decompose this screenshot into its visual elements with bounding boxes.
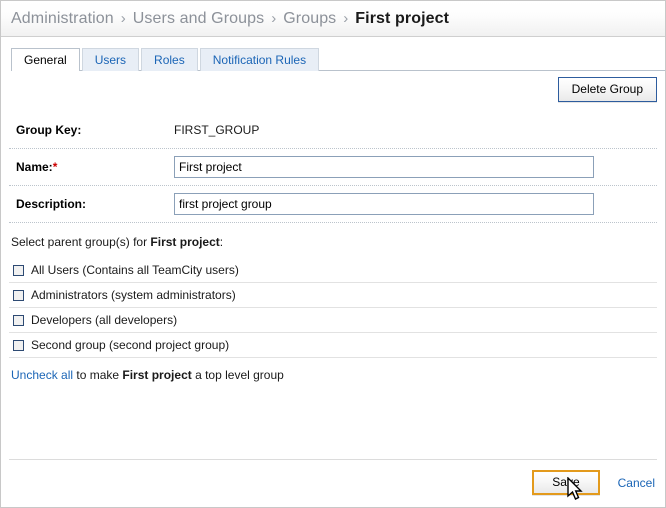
tab-notification-rules[interactable]: Notification Rules	[199, 48, 320, 71]
delete-group-row: Delete Group	[9, 69, 657, 112]
list-item-label: Second group (second project group)	[31, 338, 230, 352]
breadcrumb-separator-3: ›	[343, 10, 349, 27]
checkbox-administrators[interactable]	[13, 289, 24, 301]
list-item-label: Administrators (system administrators)	[31, 288, 236, 302]
description-label: Description:	[16, 197, 87, 211]
group-key-label: Group Key:	[16, 123, 82, 137]
name-input[interactable]	[174, 156, 594, 178]
parent-groups-list: All Users (Contains all TeamCity users) …	[9, 258, 657, 358]
save-button[interactable]: Save	[532, 470, 600, 495]
checkbox-second-group[interactable]	[13, 339, 24, 351]
name-label: Name:*	[9, 160, 174, 174]
group-key-row: Group Key: FIRST_GROUP	[9, 112, 657, 149]
parent-groups-intro-group-name: First project	[150, 235, 220, 249]
list-item[interactable]: All Users (Contains all TeamCity users)	[9, 258, 657, 283]
list-item[interactable]: Second group (second project group)	[9, 333, 657, 358]
description-input[interactable]	[174, 193, 594, 215]
breadcrumb-item-administration[interactable]: Administration	[11, 10, 114, 28]
breadcrumb-item-current: First project	[355, 9, 450, 27]
breadcrumb-separator-2: ›	[271, 10, 277, 27]
checkbox-developers[interactable]	[13, 314, 24, 326]
breadcrumb: Administration › Users and Groups › Grou…	[1, 1, 665, 37]
uncheck-all-group-name: First project	[122, 368, 192, 382]
uncheck-all-line: Uncheck all to make First project a top …	[9, 358, 657, 382]
checkbox-all-users[interactable]	[13, 264, 24, 276]
parent-groups-intro-prefix: Select parent group(s) for	[11, 235, 151, 249]
tab-general[interactable]: General	[11, 48, 80, 72]
footer-actions: Save Cancel	[532, 470, 655, 495]
parent-groups-intro: Select parent group(s) for First project…	[9, 223, 657, 258]
list-item[interactable]: Administrators (system administrators)	[9, 283, 657, 308]
cancel-link[interactable]: Cancel	[618, 476, 655, 490]
list-item-label: Developers (all developers)	[31, 313, 178, 327]
description-row: Description:	[9, 186, 657, 223]
name-label-text: Name:	[16, 160, 53, 174]
name-required-marker: *	[52, 160, 58, 174]
tab-users[interactable]: Users	[81, 48, 140, 71]
list-item-label: All Users (Contains all TeamCity users)	[31, 263, 239, 277]
name-row: Name:*	[9, 149, 657, 186]
uncheck-all-suffix-text: a top level group	[191, 368, 284, 382]
tab-bar: General Users Roles Notification Rules	[1, 37, 665, 72]
uncheck-all-mid-text: to make	[73, 368, 123, 382]
breadcrumb-item-users-and-groups[interactable]: Users and Groups	[133, 10, 264, 28]
breadcrumb-item-groups[interactable]: Groups	[283, 10, 336, 28]
footer-divider	[9, 459, 657, 460]
breadcrumb-separator-1: ›	[120, 10, 126, 27]
group-key-value: FIRST_GROUP	[174, 123, 260, 137]
general-tab-panel: Delete Group Group Key: FIRST_GROUP Name…	[1, 69, 665, 382]
uncheck-all-link[interactable]: Uncheck all	[11, 368, 73, 382]
parent-groups-intro-suffix: :	[219, 235, 224, 249]
group-settings-page: Administration › Users and Groups › Grou…	[0, 0, 666, 508]
delete-group-button[interactable]: Delete Group	[557, 77, 657, 102]
tab-roles[interactable]: Roles	[141, 48, 198, 71]
list-item[interactable]: Developers (all developers)	[9, 308, 657, 333]
